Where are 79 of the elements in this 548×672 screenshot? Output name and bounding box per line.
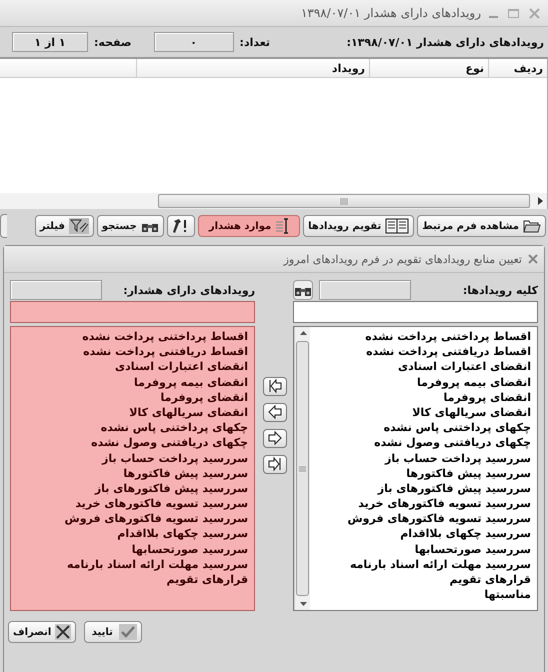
list-item[interactable]: سررسید چکهای بلااقدام bbox=[11, 526, 248, 542]
close-icon[interactable] bbox=[528, 254, 538, 264]
list-item[interactable]: اقساط پرداختنی پرداخت نشده bbox=[310, 329, 531, 344]
dialog-button[interactable]: تایید bbox=[84, 621, 142, 643]
list-icon bbox=[275, 218, 290, 234]
list-item[interactable]: قرارهای تقویم bbox=[11, 572, 248, 588]
column-header[interactable]: نوع bbox=[369, 59, 488, 77]
list-item[interactable]: انقضای بیمه پروفرما bbox=[11, 374, 248, 390]
list-item[interactable]: سررسید پرداخت حساب باز bbox=[310, 450, 531, 466]
funnel-icon bbox=[68, 218, 89, 234]
window-title: رویدادهای دارای هشدار ۱۳۹۸/۰۷/۰۱ bbox=[300, 6, 481, 20]
list-item[interactable]: چکهای پرداختنی پاس نشده bbox=[11, 420, 248, 436]
list-item[interactable]: سررسید مهلت ارائه اسناد بارنامه bbox=[310, 556, 531, 572]
search-button[interactable] bbox=[292, 280, 313, 300]
list-item[interactable]: سررسید تسویه فاکتورهای فروش bbox=[11, 511, 248, 526]
list-item[interactable]: چکهای دریافتنی وصول نشده bbox=[310, 435, 531, 450]
list-item[interactable]: سررسید تسویه فاکتورهای خرید bbox=[11, 496, 248, 512]
column-header[interactable]: ردیف bbox=[488, 59, 547, 77]
arrow-icon bbox=[266, 456, 283, 472]
move-button[interactable] bbox=[262, 428, 287, 448]
list-item[interactable]: سررسید صورتحسابها bbox=[310, 542, 531, 557]
list-header[interactable] bbox=[10, 301, 256, 323]
arrow-icon bbox=[266, 430, 283, 446]
list-item[interactable]: انقضای پروفرما bbox=[11, 390, 248, 405]
check-icon bbox=[119, 624, 138, 640]
list-item[interactable]: سررسید تسویه فاکتورهای فروش bbox=[310, 511, 531, 526]
list-item[interactable]: اقساط پرداختنی پرداخت نشده bbox=[11, 329, 248, 344]
toolbar-button[interactable]: تقویم رویدادها bbox=[303, 215, 414, 237]
list-item[interactable]: اقساط دریافتنی پرداخت نشده bbox=[310, 344, 531, 360]
list-item[interactable]: انقضای سریالهای کالا bbox=[11, 404, 248, 420]
list-item[interactable]: سررسید چکهای بلااقدام bbox=[310, 526, 531, 542]
dialog-title: تعیین منابع رویدادهای تقویم در فرم رویدادهای امروز bbox=[284, 252, 522, 266]
list-item[interactable]: انقضای بیمه پروفرما bbox=[310, 374, 531, 390]
book-icon bbox=[385, 218, 410, 234]
list-item[interactable]: انقضای اعتبارات اسنادی bbox=[310, 359, 531, 375]
list-item[interactable]: انقضای پروفرما bbox=[310, 390, 531, 405]
toolbar-button[interactable]: جستجو bbox=[96, 215, 164, 237]
scroll-right-icon[interactable] bbox=[535, 195, 545, 207]
list-item[interactable]: انقضای اعتبارات اسنادی bbox=[11, 359, 248, 375]
list-label: رویدادهای دارای هشدار: bbox=[123, 284, 256, 296]
list-item[interactable]: سررسید پیش فاکتورها bbox=[310, 466, 531, 481]
list-item[interactable]: قرارهای تقویم bbox=[310, 572, 531, 588]
list-item[interactable]: سررسید پیش فاکتورهای باز bbox=[310, 480, 531, 496]
list-item[interactable]: سررسید مهلت ارائه اسناد بارنامه bbox=[11, 556, 248, 572]
scrollbar-thumb[interactable] bbox=[296, 341, 309, 596]
toolbar-button[interactable]: مشاهده فرم مرتبط bbox=[417, 215, 546, 237]
list-item[interactable]: انقضای سریالهای کالا bbox=[310, 404, 531, 420]
cross-icon bbox=[55, 624, 72, 640]
move-button[interactable] bbox=[262, 402, 287, 422]
scrollbar-thumb[interactable] bbox=[158, 194, 530, 208]
list-item[interactable]: سررسید پیش فاکتورها bbox=[11, 466, 248, 481]
move-button[interactable] bbox=[262, 454, 287, 474]
tools-button[interactable] bbox=[166, 215, 195, 237]
dialog-button[interactable]: انصراف bbox=[8, 621, 76, 643]
toolbar-button[interactable] bbox=[0, 214, 7, 238]
count-field: ۰ bbox=[154, 32, 234, 52]
count-label: تعداد: bbox=[240, 36, 270, 48]
list-item[interactable]: سررسید تسویه فاکتورهای خرید bbox=[310, 496, 531, 512]
list-item[interactable]: سررسید پیش فاکتورهای باز bbox=[11, 480, 248, 496]
toolbar-button[interactable]: موارد هشدار bbox=[198, 215, 300, 237]
filter-field[interactable] bbox=[292, 301, 538, 323]
folder-icon bbox=[523, 219, 541, 233]
search-field[interactable] bbox=[318, 280, 411, 300]
toolbar-button[interactable]: فیلتر bbox=[34, 215, 94, 237]
summary-label: رویدادهای دارای هشدار ۱۳۹۸/۰۷/۰۱: bbox=[346, 36, 544, 48]
list-item[interactable]: اقساط دریافتنی پرداخت نشده bbox=[11, 344, 248, 360]
list-item[interactable]: سررسید پرداخت حساب باز bbox=[11, 450, 248, 466]
list-item[interactable]: چکهای دریافتنی وصول نشده bbox=[11, 435, 248, 450]
column-header[interactable]: رویداد bbox=[136, 59, 369, 77]
list-label: کلیه رویدادها: bbox=[462, 284, 538, 296]
page-field: ۱ از ۱ bbox=[12, 32, 88, 52]
move-button[interactable] bbox=[262, 376, 287, 396]
page-label: صفحه: bbox=[94, 36, 132, 48]
arrow-icon bbox=[266, 404, 283, 420]
list-item[interactable]: مناسبتها bbox=[310, 587, 531, 602]
arrow-icon bbox=[266, 378, 283, 394]
list-item[interactable]: سررسید صورتحسابها bbox=[11, 542, 248, 557]
list-item[interactable]: چکهای پرداختنی پاس نشده bbox=[310, 420, 531, 436]
search-field[interactable] bbox=[10, 280, 102, 300]
